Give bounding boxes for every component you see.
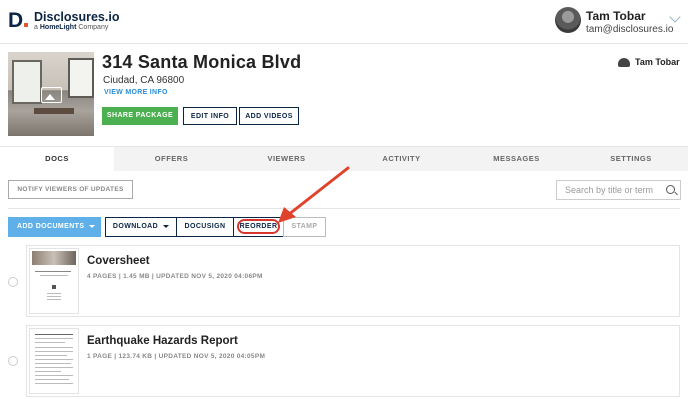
add-documents-label: ADD DOCUMENTS xyxy=(17,223,85,230)
thumbnail-line xyxy=(35,342,65,343)
thumbnail-line xyxy=(35,334,73,335)
annotation-arrow xyxy=(278,166,350,223)
photo-table xyxy=(34,108,74,114)
logo-letter: D xyxy=(8,9,24,32)
tab-activity[interactable]: ACTIVITY xyxy=(344,147,459,171)
disclosures-logo[interactable]: D xyxy=(8,9,30,33)
tab-docs[interactable]: DOCS xyxy=(0,147,114,171)
property-address: 314 Santa Monica Blvd xyxy=(102,52,302,72)
document-select-radio[interactable] xyxy=(8,277,18,287)
download-button[interactable]: DOWNLOAD xyxy=(105,217,177,237)
brand-name: Disclosures.io xyxy=(34,10,120,24)
thumbnail-line xyxy=(40,275,68,276)
edit-info-button[interactable]: EDIT INFO xyxy=(183,107,237,125)
document-row[interactable]: Coversheet 4 PAGES | 1.45 MB | UPDATED N… xyxy=(26,245,680,317)
thumbnail-line xyxy=(35,375,73,376)
docusign-button[interactable]: DOCUSIGN xyxy=(176,217,234,237)
thumbnail-line xyxy=(35,367,73,368)
thumbnail-line xyxy=(35,351,73,352)
document-thumbnail[interactable] xyxy=(29,248,79,314)
photo-window-left xyxy=(12,60,42,104)
thumbnail-line xyxy=(35,359,73,360)
tab-settings[interactable]: SETTINGS xyxy=(574,147,688,171)
thumbnail-line xyxy=(47,293,61,294)
logo-dot xyxy=(24,23,29,27)
thumbnail-photo xyxy=(32,251,76,265)
search-box[interactable]: Search by title or term xyxy=(556,180,681,200)
owner-name: Tam Tobar xyxy=(635,57,680,67)
user-email: tam@disclosures.io xyxy=(586,24,674,35)
brand-tagline-prefix: a xyxy=(34,24,38,31)
document-select-radio[interactable] xyxy=(8,356,18,366)
header-divider xyxy=(0,43,688,44)
thumbnail-line xyxy=(35,355,67,356)
photo-window-right xyxy=(68,58,94,98)
brand-tagline-suffix: Company xyxy=(78,24,109,31)
document-title[interactable]: Earthquake Hazards Report xyxy=(87,335,238,347)
user-name: Tam Tobar xyxy=(586,9,646,23)
thumbnail-mark xyxy=(52,285,56,289)
thumbnail-line xyxy=(35,379,69,380)
tab-offers[interactable]: OFFERS xyxy=(114,147,229,171)
caret-down-icon xyxy=(163,224,170,228)
user-avatar[interactable] xyxy=(555,7,581,33)
search-icon[interactable] xyxy=(666,185,675,194)
thumbnail-line xyxy=(35,338,73,339)
view-more-info-link[interactable]: VIEW MORE INFO xyxy=(104,89,168,96)
add-documents-button[interactable]: ADD DOCUMENTS xyxy=(8,217,101,237)
thumbnail-line xyxy=(35,363,71,364)
property-city: Ciudad, CA 96800 xyxy=(103,75,185,86)
owner-avatar-icon xyxy=(618,58,630,67)
search-input[interactable]: Search by title or term xyxy=(565,185,653,195)
brand-tagline-company: HomeLight xyxy=(39,24,77,31)
document-row[interactable]: Earthquake Hazards Report 1 PAGE | 123.7… xyxy=(26,325,680,397)
document-thumbnail[interactable] xyxy=(29,328,79,394)
download-label: DOWNLOAD xyxy=(112,223,159,230)
image-icon[interactable] xyxy=(41,87,62,103)
thumbnail-line xyxy=(47,296,61,297)
notify-viewers-button[interactable]: NOTIFY VIEWERS OF UPDATES xyxy=(8,180,133,199)
thumbnail-line xyxy=(35,347,73,348)
thumbnail-line xyxy=(35,371,61,372)
thumbnail-line xyxy=(35,383,73,384)
share-package-button[interactable]: SHARE PACKAGE xyxy=(102,107,178,125)
thumbnail-line xyxy=(35,271,71,272)
document-title[interactable]: Coversheet xyxy=(87,255,150,267)
brand-tagline: a HomeLight Company xyxy=(34,24,108,31)
document-meta: 4 PAGES | 1.45 MB | UPDATED NOV 5, 2020 … xyxy=(87,273,263,280)
caret-down-icon xyxy=(89,224,96,228)
document-meta: 1 PAGE | 123.74 KB | UPDATED NOV 5, 2020… xyxy=(87,353,266,360)
add-videos-button[interactable]: ADD VIDEOS xyxy=(239,107,299,125)
chevron-down-icon[interactable] xyxy=(669,11,681,23)
tab-messages[interactable]: MESSAGES xyxy=(459,147,574,171)
thumbnail-line xyxy=(47,299,61,300)
